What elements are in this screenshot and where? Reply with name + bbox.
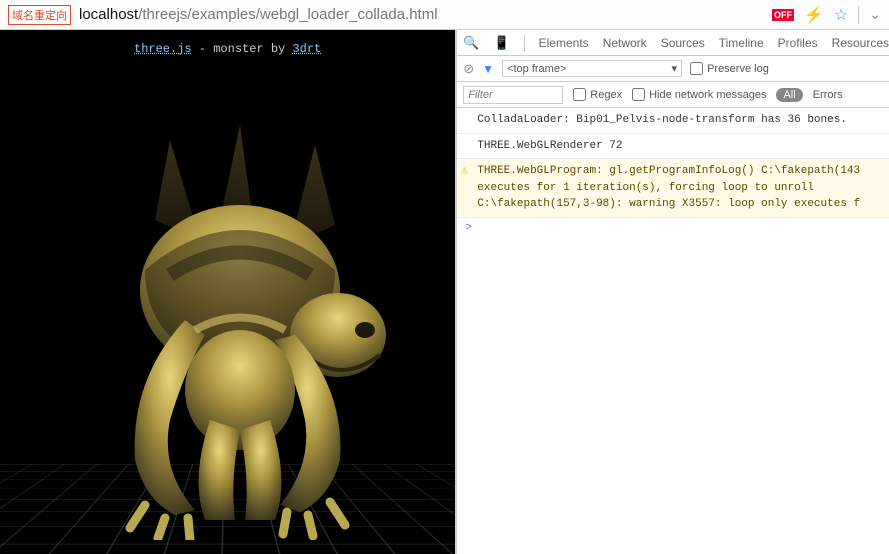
filter-errors[interactable]: Errors [813, 89, 843, 101]
main-area: three.js - monster by 3drt [0, 30, 889, 554]
console-log: ColladaLoader: Bip01_Pelvis-node-transfo… [457, 108, 889, 134]
hide-network-label: Hide network messages [649, 89, 766, 101]
filter-input[interactable] [463, 86, 563, 104]
webgl-viewport[interactable]: three.js - monster by 3drt [0, 30, 455, 554]
chevron-down-icon[interactable]: ⌄ [869, 6, 881, 23]
tab-network[interactable]: Network [603, 36, 647, 50]
off-icon[interactable]: OFF [772, 9, 794, 21]
tab-resources[interactable]: Resources [832, 36, 889, 50]
filter-all-pill[interactable]: All [776, 88, 802, 102]
console-toolbar-1: ⊘ ▼ <top frame> ▾ Preserve log [457, 56, 889, 82]
threejs-link[interactable]: three.js [134, 42, 192, 56]
preserve-log-label: Preserve log [707, 63, 769, 75]
3drt-link[interactable]: 3drt [292, 42, 321, 56]
star-icon[interactable]: ☆ [834, 5, 848, 25]
filter-icon[interactable]: ▼ [482, 62, 494, 76]
bolt-icon[interactable]: ⚡ [804, 5, 824, 25]
console-log: THREE.WebGLRenderer 72 [457, 134, 889, 160]
tab-profiles[interactable]: Profiles [778, 36, 818, 50]
url-path: /threejs/examples/webgl_loader_collada.h… [138, 6, 437, 23]
hide-network-input[interactable] [632, 88, 645, 101]
regex-input[interactable] [573, 88, 586, 101]
tab-timeline[interactable]: Timeline [719, 36, 764, 50]
monster-model [90, 120, 420, 540]
tab-elements[interactable]: Elements [539, 36, 589, 50]
preserve-log-input[interactable] [690, 62, 703, 75]
console-warning: THREE.WebGLProgram: gl.getProgramInfoLog… [457, 159, 889, 218]
regex-checkbox[interactable]: Regex [573, 88, 622, 101]
console-toolbar-2: Regex Hide network messages All Errors [457, 82, 889, 108]
url-display[interactable]: localhost/threejs/examples/webgl_loader_… [79, 6, 772, 23]
chevron-down-icon: ▾ [672, 62, 678, 75]
clear-console-icon[interactable]: ⊘ [463, 61, 474, 77]
viewport-title: three.js - monster by 3drt [0, 42, 455, 56]
frame-select[interactable]: <top frame> ▾ [502, 60, 682, 77]
title-middle: - monster by [192, 42, 293, 56]
address-bar: 域名重定向 localhost/threejs/examples/webgl_l… [0, 0, 889, 30]
console-prompt[interactable]: > [457, 218, 889, 238]
devtools-tabs: 🔍 📱 Elements Network Sources Timeline Pr… [457, 30, 889, 56]
separator [858, 6, 859, 24]
console-output[interactable]: ColladaLoader: Bip01_Pelvis-node-transfo… [457, 108, 889, 554]
tab-sources[interactable]: Sources [661, 36, 705, 50]
frame-select-label: <top frame> [507, 63, 566, 75]
separator [524, 34, 525, 52]
device-icon[interactable]: 📱 [493, 35, 509, 51]
hide-network-checkbox[interactable]: Hide network messages [632, 88, 766, 101]
regex-label: Regex [590, 89, 622, 101]
search-icon[interactable]: 🔍 [463, 35, 479, 51]
redirect-badge: 域名重定向 [8, 5, 71, 25]
address-right: OFF ⚡ ☆ ⌄ [772, 5, 889, 25]
url-domain: localhost [79, 6, 138, 23]
devtools-panel: 🔍 📱 Elements Network Sources Timeline Pr… [455, 30, 889, 554]
preserve-log-checkbox[interactable]: Preserve log [690, 62, 769, 75]
